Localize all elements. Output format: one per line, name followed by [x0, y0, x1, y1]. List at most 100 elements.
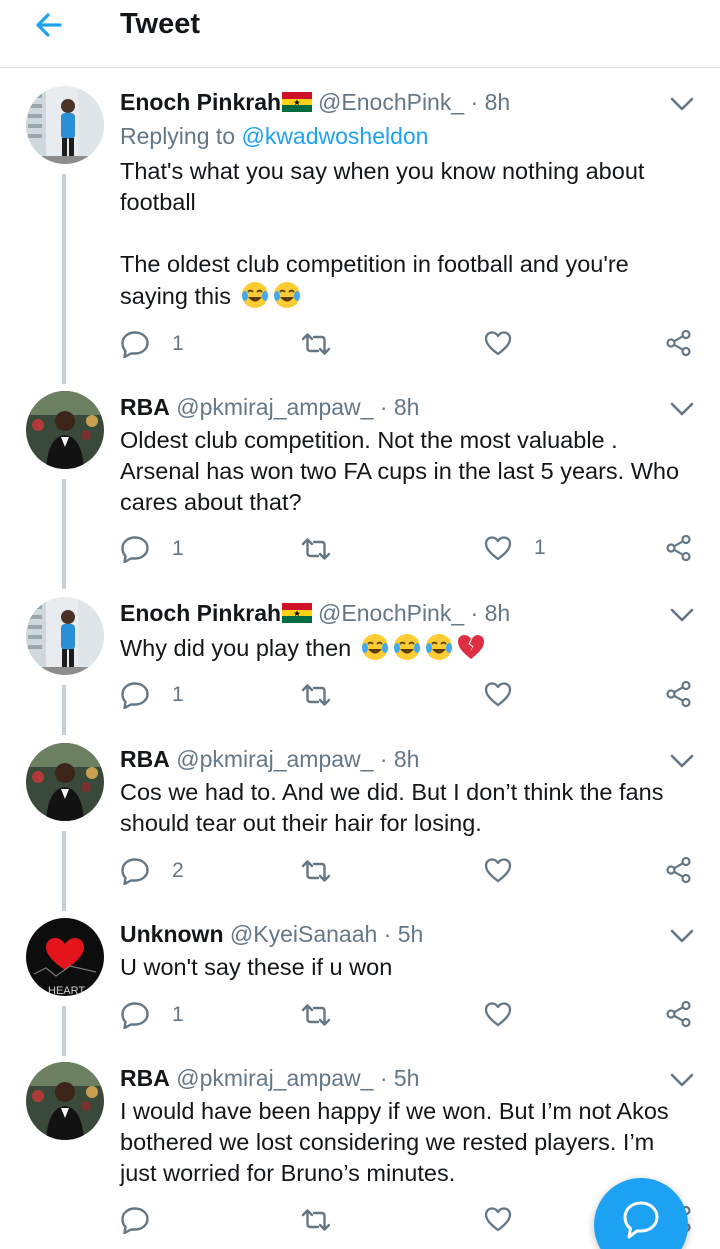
reply-button[interactable]: 1 [120, 681, 184, 709]
user-handle[interactable]: @pkmiraj_ampaw_ [176, 746, 373, 772]
share-button[interactable] [665, 534, 693, 562]
share-icon [665, 1000, 693, 1028]
tweet-text-line: just worried for Bruno’s minutes. [120, 1160, 456, 1186]
retweet-button[interactable] [300, 683, 332, 707]
chevron-down-icon[interactable] [668, 399, 696, 419]
tweet-text-line: That's what you say when you know nothin… [120, 158, 645, 184]
heart-icon [484, 681, 512, 707]
heart-icon [484, 1001, 512, 1027]
display-name[interactable]: Enoch Pinkrah [120, 600, 281, 626]
share-icon [665, 329, 693, 357]
broken-heart-emoji [456, 632, 486, 662]
tweet-text-line: Arsenal has won two FA cups in the last … [120, 458, 680, 484]
tweet-text-line: I would have been happy if we won. But I… [120, 1098, 669, 1124]
retweet-button[interactable] [300, 1208, 332, 1232]
retweet-icon [300, 332, 332, 356]
retweet-button[interactable] [300, 1003, 332, 1027]
reply-button[interactable]: 1 [120, 330, 184, 358]
display-name[interactable]: Enoch Pinkrah [120, 89, 281, 115]
share-button[interactable] [665, 680, 693, 708]
like-button[interactable] [484, 857, 512, 883]
tweet-text-line: saying this [120, 280, 302, 311]
avatar[interactable] [26, 597, 104, 675]
thread-line [62, 174, 66, 384]
reply-button[interactable]: 1 [120, 1001, 184, 1029]
tweet-text-line: bothered we lost considering we rested p… [120, 1129, 655, 1155]
timestamp[interactable]: 8h [485, 89, 511, 115]
tweet-text-line: The oldest club competition in football … [120, 251, 629, 277]
heart-icon [484, 857, 512, 883]
tweet[interactable]: RBA @pkmiraj_ampaw_ · 8h Cos we had to. … [0, 743, 720, 913]
retweet-button[interactable] [300, 537, 332, 561]
ghana-flag-icon [282, 89, 313, 112]
display-name[interactable]: RBA [120, 1065, 170, 1091]
display-name[interactable]: RBA [120, 394, 170, 420]
user-handle[interactable]: @EnochPink_ [318, 89, 464, 115]
replying-to: Replying to @kwadwosheldon [120, 123, 429, 149]
avatar[interactable] [26, 391, 104, 469]
reply-count: 1 [172, 683, 184, 706]
heart-icon [484, 330, 512, 356]
reply-button[interactable]: 2 [120, 857, 184, 885]
avatar[interactable] [26, 1062, 104, 1140]
retweet-button[interactable] [300, 859, 332, 883]
tweet[interactable]: RBA @pkmiraj_ampaw_ · 8h Oldest club com… [0, 391, 720, 591]
reply-button[interactable] [120, 1206, 150, 1234]
user-handle[interactable]: @pkmiraj_ampaw_ [176, 1065, 373, 1091]
display-name[interactable]: Unknown [120, 921, 224, 947]
retweet-icon [300, 1208, 332, 1232]
display-name[interactable]: RBA [120, 746, 170, 772]
arrow-left-icon[interactable] [30, 8, 70, 42]
reply-icon [120, 857, 150, 885]
chevron-down-icon[interactable] [668, 94, 696, 114]
timestamp[interactable]: 5h [394, 1065, 420, 1091]
tweet[interactable]: HEART Unknown @KyeiSanaah · 5h U won't s… [0, 918, 720, 1058]
like-button[interactable] [484, 681, 512, 707]
share-icon [665, 534, 693, 562]
tweet-header: Enoch Pinkrah @EnochPink_ · 8h [120, 600, 511, 626]
tweet-header: RBA @pkmiraj_ampaw_ · 5h [120, 1065, 420, 1091]
reply-icon [120, 1001, 150, 1029]
tears-of-joy-emoji [392, 632, 422, 662]
retweet-icon [300, 537, 332, 561]
tears-of-joy-emoji [240, 280, 270, 310]
retweet-icon [300, 683, 332, 707]
tweet[interactable]: Enoch Pinkrah @EnochPink_ · 8h Replying t… [0, 86, 720, 386]
tweet[interactable]: Enoch Pinkrah @EnochPink_ · 8h Why did yo… [0, 597, 720, 737]
share-button[interactable] [665, 1000, 693, 1028]
timestamp[interactable]: 8h [394, 394, 420, 420]
share-button[interactable] [665, 329, 693, 357]
user-handle[interactable]: @pkmiraj_ampaw_ [176, 394, 373, 420]
chevron-down-icon[interactable] [668, 751, 696, 771]
thread-line [62, 1006, 66, 1056]
timestamp[interactable]: 5h [398, 921, 424, 947]
timestamp[interactable]: 8h [485, 600, 511, 626]
share-button[interactable] [665, 856, 693, 884]
like-button[interactable] [484, 330, 512, 356]
top-bar: Tweet [0, 0, 720, 68]
user-handle[interactable]: @KyeiSanaah [230, 921, 377, 947]
like-button[interactable] [484, 1206, 512, 1232]
heart-icon [484, 535, 512, 561]
heart-icon [484, 1206, 512, 1232]
tweet-text-line: U won't say these if u won [120, 954, 393, 980]
avatar[interactable] [26, 743, 104, 821]
avatar[interactable]: HEART [26, 918, 104, 996]
page-title: Tweet [120, 8, 201, 40]
like-button[interactable]: 1 [484, 535, 546, 561]
reply-icon [120, 535, 150, 563]
avatar[interactable] [26, 86, 104, 164]
reply-button[interactable]: 1 [120, 535, 184, 563]
reply-count: 2 [172, 859, 184, 882]
timestamp[interactable]: 8h [394, 746, 420, 772]
retweet-button[interactable] [300, 332, 332, 356]
tweet-header: Unknown @KyeiSanaah · 5h [120, 921, 424, 947]
chevron-down-icon[interactable] [668, 605, 696, 625]
share-icon [665, 680, 693, 708]
chevron-down-icon[interactable] [668, 926, 696, 946]
user-handle[interactable]: @EnochPink_ [318, 600, 464, 626]
tweet-text-line: Cos we had to. And we did. But I don’t t… [120, 779, 664, 805]
mention-link[interactable]: @kwadwosheldon [241, 123, 428, 149]
chevron-down-icon[interactable] [668, 1070, 696, 1090]
like-button[interactable] [484, 1001, 512, 1027]
